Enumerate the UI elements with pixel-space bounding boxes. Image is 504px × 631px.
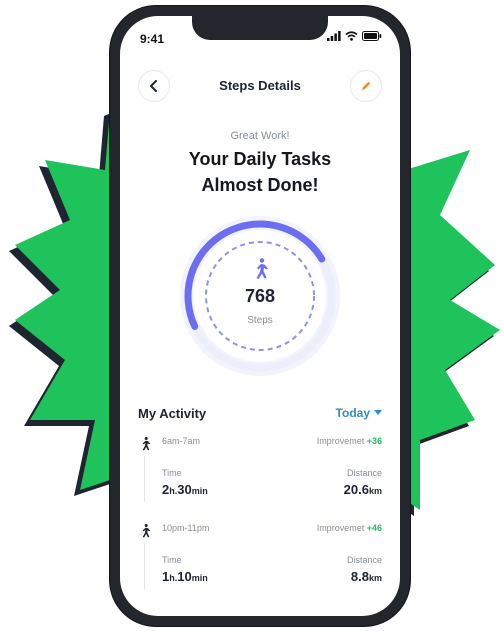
timeline-line [144,456,145,502]
signal-icon [327,31,341,41]
period-dropdown-label: Today [335,406,370,420]
pencil-icon [362,81,371,90]
walking-icon [142,436,151,451]
status-icons [327,31,382,41]
greeting-text: Great Work! [230,130,290,142]
walking-person-icon [248,257,272,286]
distance-value: 8.8km [351,569,382,584]
battery-icon [362,31,382,41]
improvement-label: Improvemet [316,436,365,446]
headline: Your Daily Tasks Almost Done! [120,146,400,198]
distance-number: 8.8 [350,569,369,584]
phone-frame: 9:41 Steps Details Great Work! Your Dail… [110,6,410,626]
improvement-value: +36 [366,436,382,446]
time-minutes: 10 [177,569,192,584]
time-value: 2h.30min [162,482,208,497]
time-label: Time [162,555,182,565]
walking-icon [142,523,151,538]
time-label: Time [162,468,182,478]
time-value: 1h.10min [162,569,208,584]
distance-unit: km [368,573,382,583]
caret-down-icon [374,410,382,415]
steps-label: Steps [247,315,273,326]
time-range: 6am-7am [162,436,201,446]
distance-unit: km [368,486,382,496]
time-range: 10pm-11pm [162,523,210,533]
phone-notch [192,16,328,40]
improvement: Improvemet +46 [317,523,382,533]
period-dropdown[interactable]: Today [336,406,382,420]
time-minutes: 30 [177,482,192,497]
activity-title: My Activity [138,406,207,421]
wifi-icon [345,31,358,41]
headline-line-1: Your Daily Tasks [188,149,332,169]
distance-number: 20.6 [343,482,369,497]
distance-label: Distance [346,468,382,478]
improvement-value: +46 [366,523,382,533]
headline-line-2: Almost Done! [201,175,319,195]
status-time: 9:41 [140,32,165,46]
improvement: Improvemet +36 [317,436,382,446]
distance-value: 20.6km [344,482,382,497]
time-minutes-unit: min [191,486,208,496]
timeline-line [144,543,145,589]
steps-progress-ring: 768 Steps [180,216,340,376]
steps-count: 768 [244,286,276,306]
distance-label: Distance [346,555,382,565]
improvement-label: Improvemet [316,523,365,533]
time-minutes-unit: min [191,573,208,583]
phone-screen: 9:41 Steps Details Great Work! Your Dail… [120,16,400,616]
edit-button[interactable] [350,70,382,102]
